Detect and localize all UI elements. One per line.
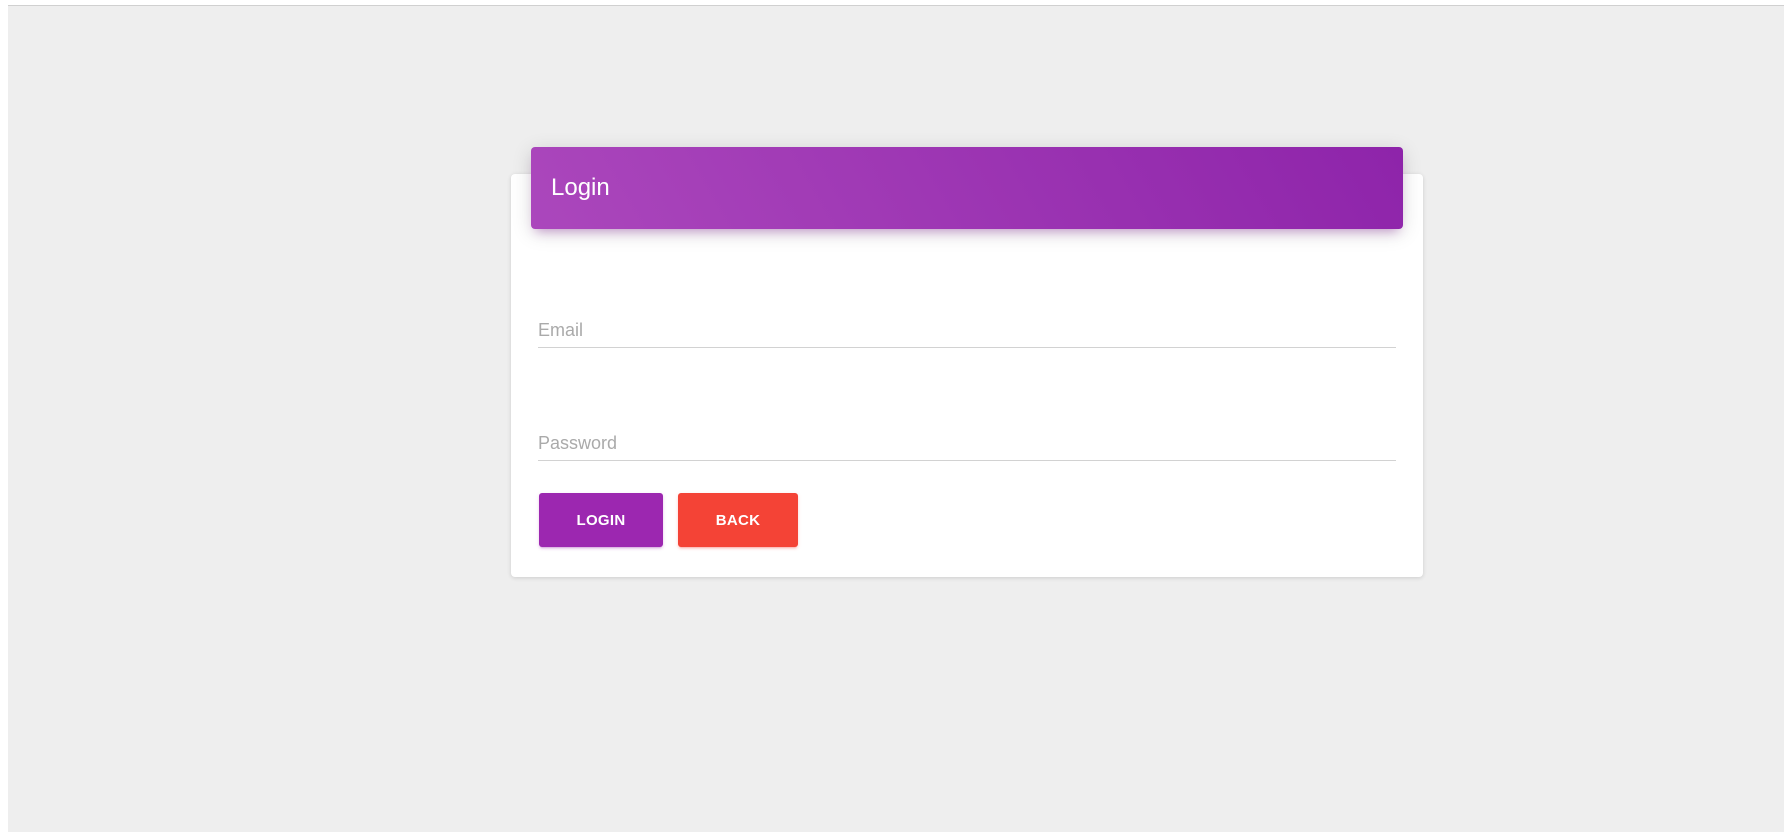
password-input[interactable] [538, 417, 1396, 460]
login-card: Login LOGIN BACK [511, 147, 1423, 577]
email-field-container [538, 304, 1396, 348]
password-field-container [538, 417, 1396, 461]
card-header: Login [531, 147, 1403, 229]
card-title: Login [551, 174, 610, 201]
back-button[interactable]: BACK [678, 493, 798, 547]
login-button[interactable]: LOGIN [539, 493, 663, 547]
email-input[interactable] [538, 304, 1396, 347]
page-viewport: Login LOGIN BACK [8, 5, 1784, 832]
